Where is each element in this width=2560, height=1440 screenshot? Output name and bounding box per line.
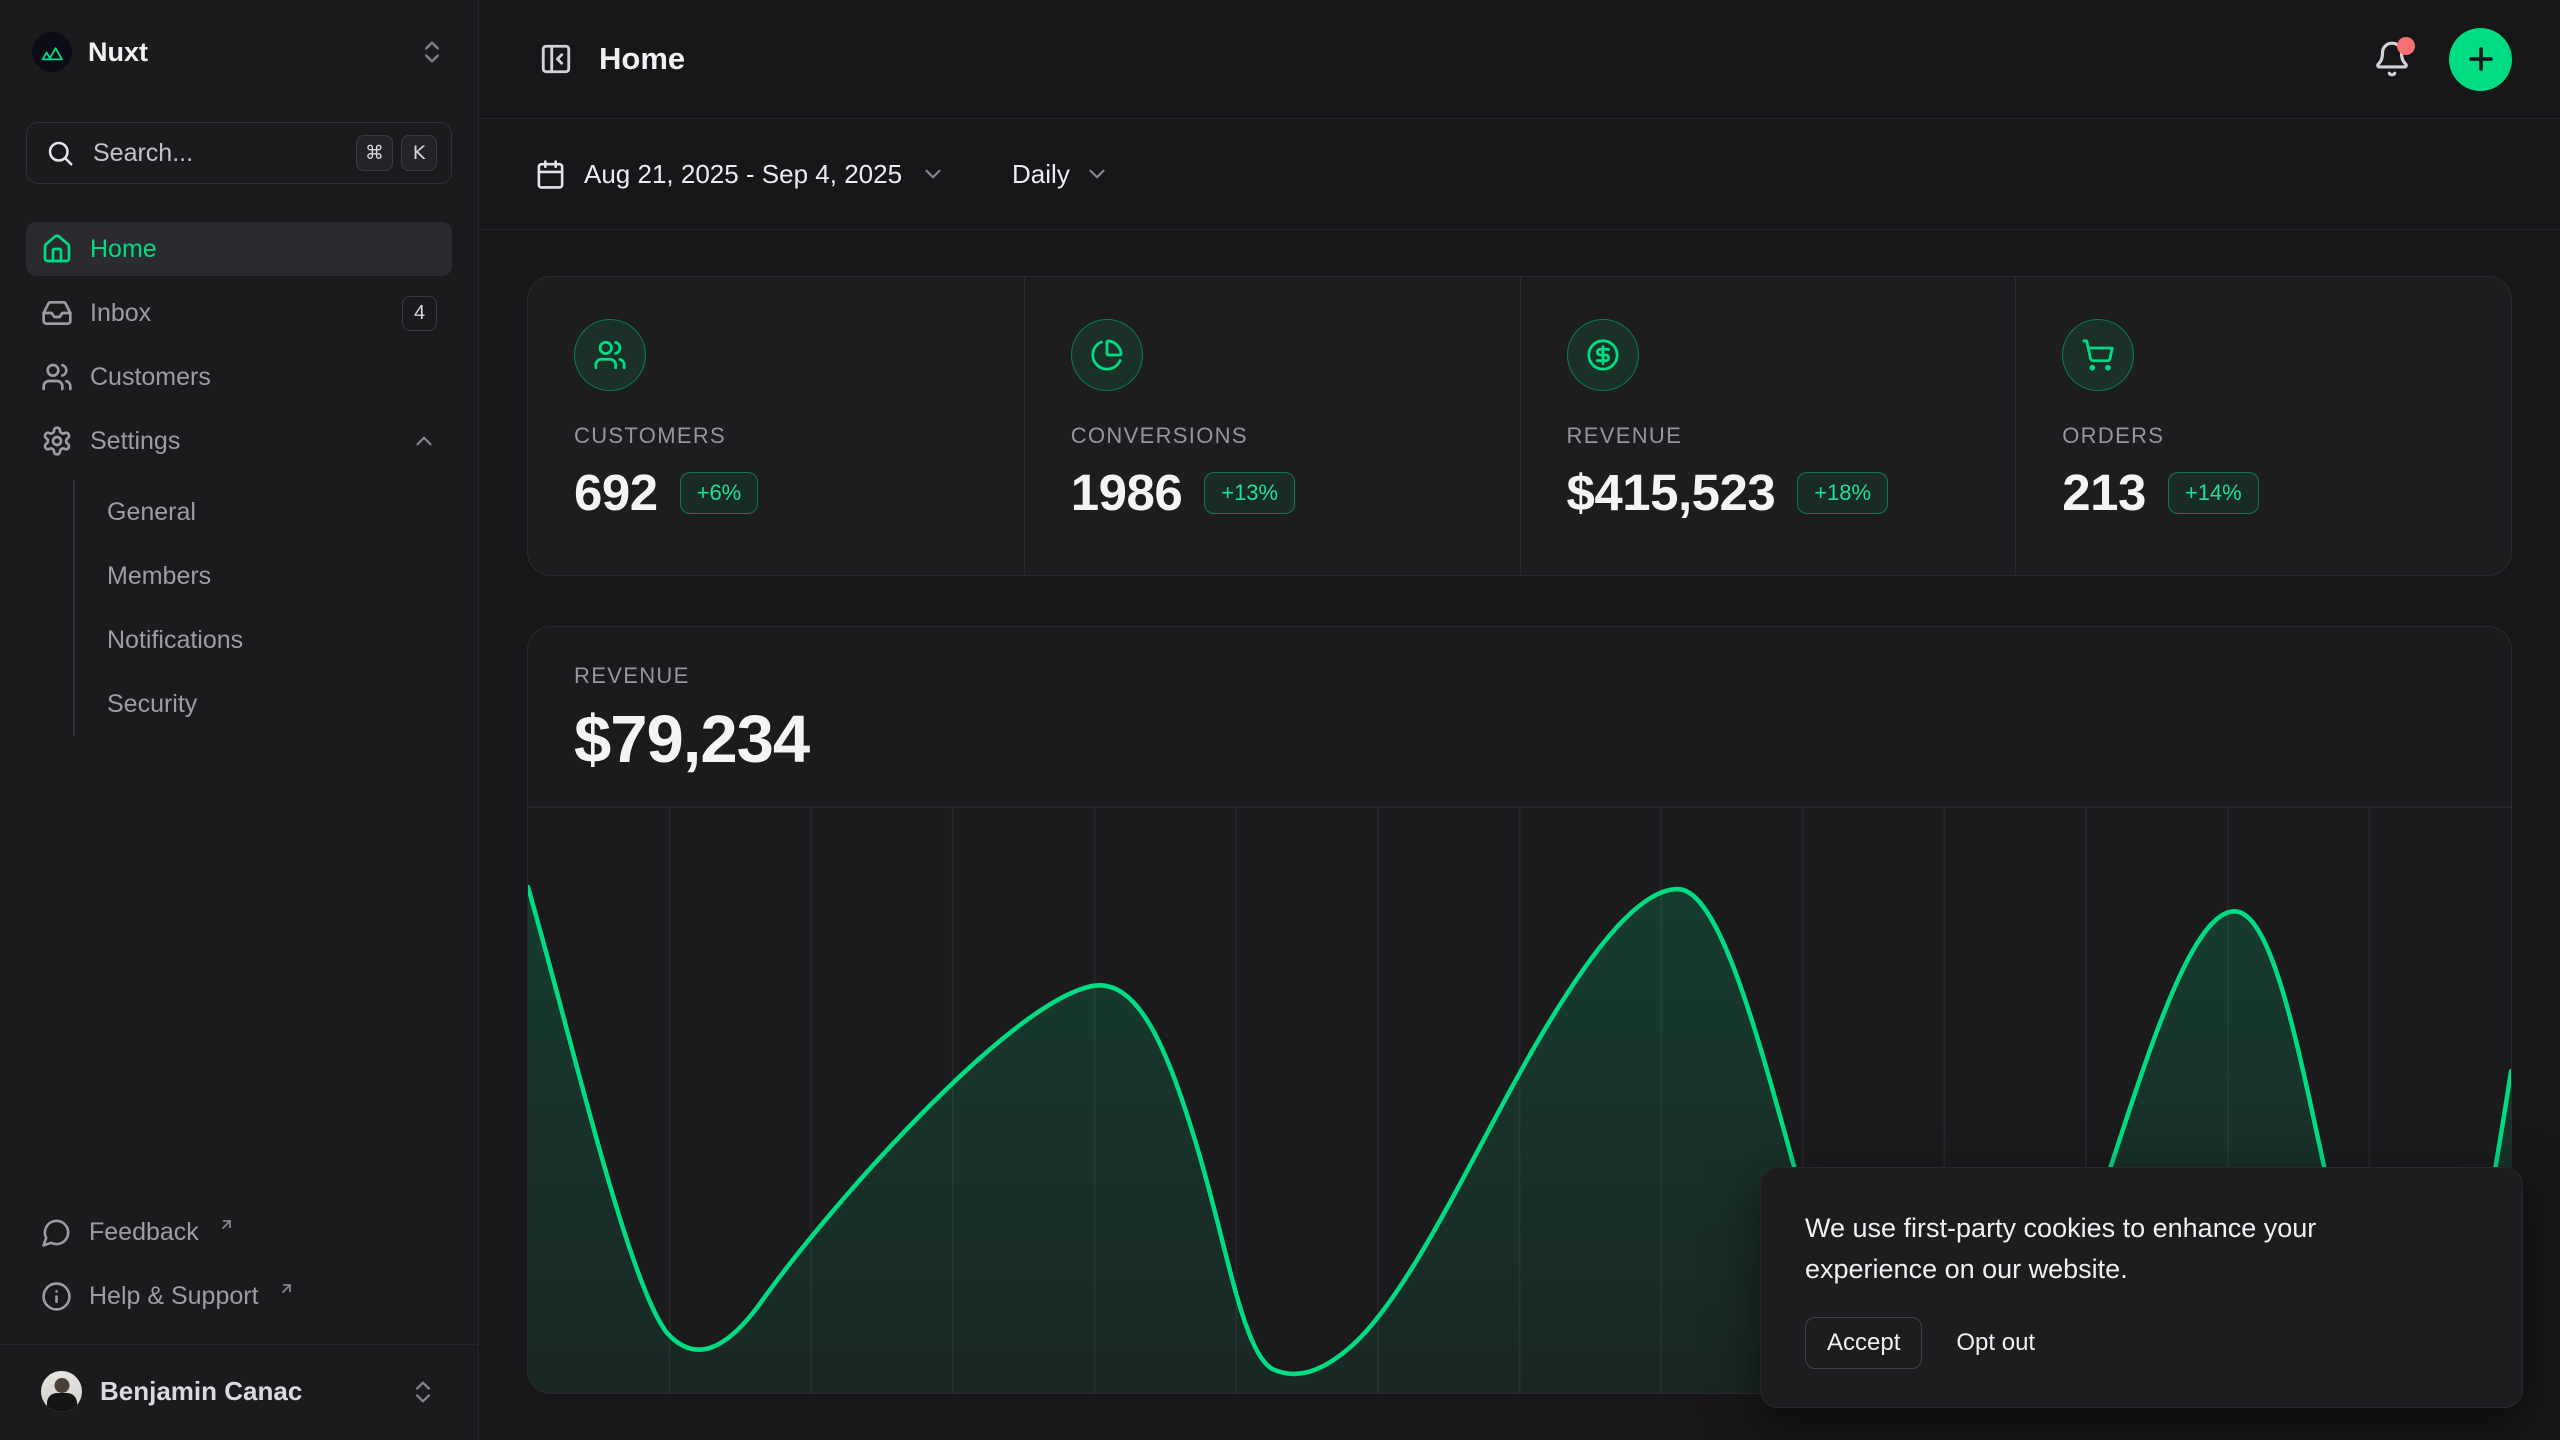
calendar-icon (535, 159, 566, 190)
sidebar-item-home[interactable]: Home (26, 222, 452, 276)
sidebar-item-label: Settings (90, 427, 394, 456)
sidebar-subitem-label: General (107, 498, 196, 527)
stat-delta-badge: +6% (680, 472, 759, 514)
user-name: Benjamin Canac (100, 1376, 391, 1407)
sidebar-footer: Feedback Help & Support (26, 1204, 452, 1344)
revenue-total: $79,234 (574, 701, 2465, 778)
stat-delta-badge: +13% (1204, 472, 1295, 514)
info-circle-icon (41, 1281, 72, 1312)
inbox-icon (41, 297, 73, 329)
user-section: Benjamin Canac (0, 1344, 478, 1440)
stats-grid: CUSTOMERS 692 +6% CONVERSIONS 1986 +13% (527, 276, 2512, 576)
stat-revenue[interactable]: REVENUE $415,523 +18% (1520, 277, 2016, 575)
cookie-message: We use first-party cookies to enhance yo… (1805, 1208, 2385, 1289)
cookie-banner: We use first-party cookies to enhance yo… (1760, 1167, 2523, 1408)
interval-value: Daily (1012, 159, 1070, 190)
external-link-icon (218, 1216, 235, 1233)
users-icon (41, 361, 73, 393)
sidebar-subitem-label: Members (107, 562, 211, 591)
sidebar-item-help-support[interactable]: Help & Support (26, 1268, 452, 1324)
kbd-cmd: ⌘ (356, 135, 393, 171)
stat-orders[interactable]: ORDERS 213 +14% (2015, 277, 2511, 575)
sidebar-item-inbox[interactable]: Inbox 4 (26, 286, 452, 340)
chevron-down-icon (920, 161, 946, 187)
stat-label: REVENUE (1567, 423, 1970, 449)
sidebar-subitem-label: Security (107, 690, 197, 719)
sidebar-item-customers[interactable]: Customers (26, 350, 452, 404)
search-input[interactable]: Search... ⌘ K (26, 122, 452, 184)
search-shortcut: ⌘ K (356, 135, 437, 171)
topbar-right (2373, 28, 2512, 91)
workspace-switcher[interactable]: Nuxt (26, 24, 452, 80)
user-menu[interactable]: Benjamin Canac (26, 1365, 452, 1418)
revenue-head: REVENUE $79,234 (528, 627, 2511, 778)
optout-cookies-button[interactable]: Opt out (1956, 1329, 2035, 1357)
sidebar-item-label: Home (90, 235, 437, 264)
date-range-value: Aug 21, 2025 - Sep 4, 2025 (584, 159, 902, 190)
sidebar-item-settings[interactable]: Settings (26, 414, 452, 468)
footer-item-label: Feedback (89, 1218, 199, 1247)
search-icon (45, 138, 75, 168)
chevrons-up-down-icon (418, 38, 446, 66)
add-button[interactable] (2449, 28, 2512, 91)
chevron-up-icon (411, 428, 437, 454)
sidebar-item-security[interactable]: Security (75, 672, 452, 736)
message-bubble-icon (41, 1217, 72, 1248)
filterbar: Aug 21, 2025 - Sep 4, 2025 Daily (479, 119, 2560, 230)
settings-subnav: General Members Notifications Security (73, 480, 452, 736)
stat-label: CONVERSIONS (1071, 423, 1474, 449)
stat-value: $415,523 (1567, 463, 1776, 522)
workspace-name: Nuxt (88, 37, 402, 68)
sidebar-item-feedback[interactable]: Feedback (26, 1204, 452, 1260)
shopping-cart-icon (2062, 319, 2134, 391)
stat-value: 213 (2062, 463, 2146, 522)
interval-select[interactable]: Daily (1012, 159, 1110, 190)
home-icon (41, 233, 73, 265)
topbar: Home (479, 0, 2560, 119)
inbox-count-badge: 4 (402, 296, 437, 331)
topbar-left: Home (533, 36, 685, 82)
external-link-icon (278, 1280, 295, 1297)
notification-dot (2397, 37, 2415, 55)
gear-icon (41, 425, 73, 457)
date-range-picker[interactable]: Aug 21, 2025 - Sep 4, 2025 (535, 159, 946, 190)
cookie-actions: Accept Opt out (1805, 1317, 2478, 1369)
collapse-sidebar-icon[interactable] (533, 36, 579, 82)
sidebar-item-label: Inbox (90, 299, 385, 328)
stat-label: CUSTOMERS (574, 423, 978, 449)
chevrons-up-down-icon (409, 1378, 437, 1406)
dollar-circle-icon (1567, 319, 1639, 391)
sidebar: Nuxt Search... ⌘ K Home (0, 0, 479, 1440)
kbd-k: K (401, 135, 437, 171)
stat-value: 1986 (1071, 463, 1182, 522)
stat-delta-badge: +18% (1797, 472, 1888, 514)
notifications-bell-icon[interactable] (2373, 40, 2411, 78)
sidebar-subitem-label: Notifications (107, 626, 243, 655)
stat-conversions[interactable]: CONVERSIONS 1986 +13% (1024, 277, 1520, 575)
sidebar-item-members[interactable]: Members (75, 544, 452, 608)
nuxt-logo (32, 32, 72, 72)
stat-delta-badge: +14% (2168, 472, 2259, 514)
sidebar-item-general[interactable]: General (75, 480, 452, 544)
sidebar-item-label: Customers (90, 363, 437, 392)
chevron-down-icon (1084, 161, 1110, 187)
sidebar-nav: Home Inbox 4 Customers Settings (26, 222, 452, 736)
accept-cookies-button[interactable]: Accept (1805, 1317, 1922, 1369)
revenue-label: REVENUE (574, 663, 2465, 689)
avatar (41, 1371, 82, 1412)
sidebar-item-notifications[interactable]: Notifications (75, 608, 452, 672)
footer-item-label: Help & Support (89, 1282, 259, 1311)
pie-chart-icon (1071, 319, 1143, 391)
page-title: Home (599, 41, 685, 77)
users-icon (574, 319, 646, 391)
stat-customers[interactable]: CUSTOMERS 692 +6% (528, 277, 1024, 575)
search-placeholder: Search... (93, 139, 338, 168)
stat-value: 692 (574, 463, 658, 522)
stat-label: ORDERS (2062, 423, 2465, 449)
